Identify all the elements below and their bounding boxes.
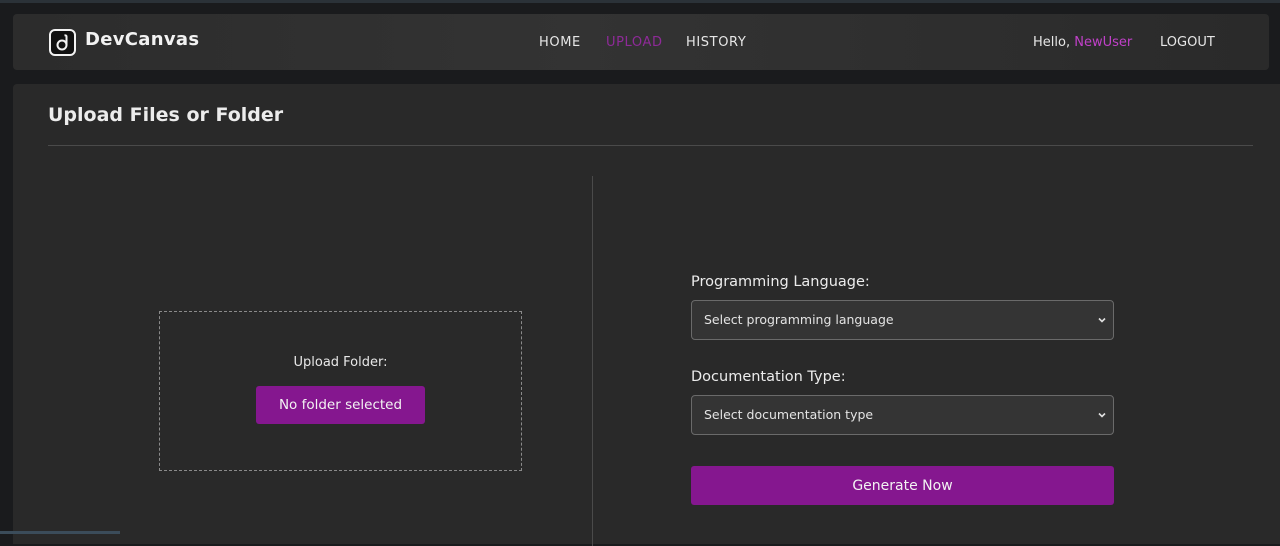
column-divider <box>592 176 593 546</box>
doc-type-select[interactable]: Select documentation type <box>691 395 1114 435</box>
language-select-value: Select programming language <box>704 312 894 327</box>
generate-now-button[interactable]: Generate Now <box>691 466 1114 505</box>
language-select[interactable]: Select programming language <box>691 300 1114 340</box>
devcanvas-logo-icon[interactable] <box>49 29 76 56</box>
upload-folder-label: Upload Folder: <box>293 355 388 370</box>
brand-name[interactable]: DevCanvas <box>85 29 199 50</box>
nav-history[interactable]: HISTORY <box>686 35 746 50</box>
window-top-border <box>0 0 1280 3</box>
language-label: Programming Language: <box>691 274 870 290</box>
user-greeting: Hello, NewUser <box>1033 35 1132 50</box>
nav-upload[interactable]: UPLOAD <box>606 35 663 50</box>
choose-folder-button[interactable]: No folder selected <box>256 386 425 424</box>
doc-type-label: Documentation Type: <box>691 369 846 385</box>
doc-type-select-value: Select documentation type <box>704 407 874 422</box>
upload-panel: Upload Files or Folder Upload Folder: No… <box>13 84 1280 546</box>
nav-home[interactable]: HOME <box>539 35 581 50</box>
navbar: DevCanvas HOME UPLOAD HISTORY Hello, New… <box>13 14 1269 70</box>
page-title: Upload Files or Folder <box>48 104 284 126</box>
username: NewUser <box>1074 35 1133 50</box>
folder-dropzone[interactable]: Upload Folder: No folder selected <box>159 311 522 471</box>
chevron-down-icon <box>1098 317 1106 323</box>
greeting-text: Hello, <box>1033 35 1071 50</box>
title-divider <box>48 145 1253 146</box>
chevron-down-icon <box>1098 412 1106 418</box>
logout-button[interactable]: LOGOUT <box>1160 35 1215 50</box>
